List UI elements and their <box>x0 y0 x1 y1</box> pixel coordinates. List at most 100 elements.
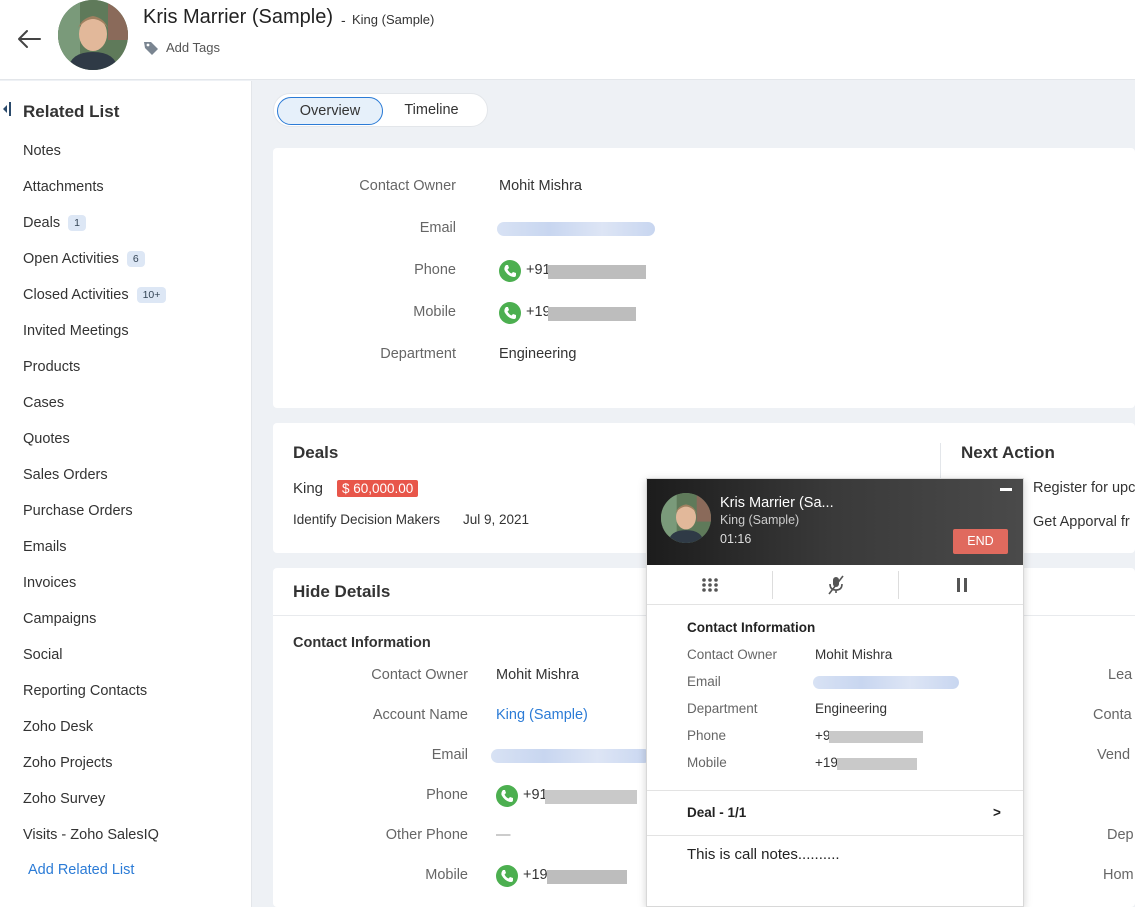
sidebar-item-sales-orders[interactable]: Sales Orders <box>23 464 108 486</box>
minimize-icon[interactable] <box>1000 488 1012 491</box>
account-name-link[interactable]: King (Sample) <box>496 707 588 723</box>
sidebar-item-label: Zoho Survey <box>23 791 106 807</box>
collapse-sidebar-icon[interactable] <box>2 102 12 116</box>
other-phone-label: Other Phone <box>385 827 468 843</box>
sidebar-item-open-activities[interactable]: Open Activities 6 <box>23 248 145 270</box>
mobile-value[interactable]: +19 <box>523 867 548 883</box>
dialpad-button[interactable] <box>647 565 772 605</box>
hold-button[interactable] <box>899 565 1024 605</box>
phone-value[interactable]: +91 <box>523 787 548 803</box>
mobile-value[interactable]: +19 <box>526 304 551 320</box>
sidebar-item-reporting-contacts[interactable]: Reporting Contacts <box>23 680 147 702</box>
sidebar-item-invoices[interactable]: Invoices <box>23 572 76 594</box>
department-label: Department <box>687 701 758 716</box>
add-related-list-link[interactable]: Add Related List <box>28 862 134 878</box>
add-tags-link[interactable]: Add Tags <box>166 40 220 55</box>
mobile-redaction <box>837 758 917 770</box>
sidebar-item-emails[interactable]: Emails <box>23 536 67 558</box>
view-tabs: Overview Timeline <box>273 93 488 127</box>
sidebar-item-label: Quotes <box>23 431 70 447</box>
contact-name-label: Conta <box>1093 707 1132 723</box>
contact-information-heading: Contact Information <box>687 620 816 635</box>
contact-owner-label: Contact Owner <box>687 647 778 662</box>
call-phone-icon[interactable] <box>496 785 518 807</box>
call-popup: Kris Marrier (Sa... King (Sample) 01:16 … <box>646 478 1024 907</box>
sidebar-item-campaigns[interactable]: Campaigns <box>23 608 96 630</box>
sidebar-item-label: Open Activities <box>23 251 119 267</box>
call-notes-text[interactable]: This is call notes.......... <box>687 846 840 863</box>
department-value: Engineering <box>815 701 888 716</box>
contact-owner-value[interactable]: Mohit Mishra <box>499 178 582 194</box>
sidebar-item-cases[interactable]: Cases <box>23 392 64 414</box>
vendor-name-label: Vend <box>1097 747 1131 763</box>
sidebar-item-label: Zoho Projects <box>23 755 113 771</box>
next-action-item[interactable]: Register for upc <box>1033 480 1135 496</box>
deal-closing-date: Jul 9, 2021 <box>463 512 530 527</box>
sidebar-item-label: Zoho Desk <box>23 719 94 735</box>
call-mobile-icon[interactable] <box>499 302 521 324</box>
account-name[interactable]: King (Sample) <box>352 12 434 27</box>
sidebar-item-purchase-orders[interactable]: Purchase Orders <box>23 500 133 522</box>
contact-owner-label: Contact Owner <box>359 178 456 194</box>
related-list-title: Related List <box>23 102 120 121</box>
other-phone-value: — <box>496 827 511 843</box>
email-label: Email <box>431 747 468 763</box>
caller-account: King (Sample) <box>720 513 800 527</box>
tab-timeline[interactable]: Timeline <box>389 97 474 125</box>
sidebar-item-quotes[interactable]: Quotes <box>23 428 70 450</box>
sidebar-item-zoho-survey[interactable]: Zoho Survey <box>23 788 105 810</box>
call-phone-icon[interactable] <box>499 260 521 282</box>
lead-source-label: Lea <box>1108 667 1133 683</box>
tag-icon[interactable] <box>143 40 159 56</box>
sidebar-item-social[interactable]: Social <box>23 644 63 666</box>
deal-pager-label[interactable]: Deal - 1/1 <box>687 805 746 820</box>
sidebar-item-closed-activities[interactable]: Closed Activities 10+ <box>23 284 167 306</box>
account-name-label: Account Name <box>372 707 468 723</box>
contact-summary-card: Contact Owner Mohit Mishra Email Phone +… <box>273 148 1135 408</box>
home-phone-label: Hom <box>1103 867 1134 883</box>
email-label: Email <box>419 220 456 236</box>
deal-amount-badge: $ 60,000.00 <box>337 480 419 497</box>
sidebar-item-label: Social <box>23 647 63 663</box>
phone-value[interactable]: +91 <box>526 262 551 278</box>
mute-button[interactable] <box>773 565 898 605</box>
mobile-label: Mobile <box>425 867 468 883</box>
next-action-item[interactable]: Get Apporval fr <box>1033 514 1130 530</box>
deal-stage: Identify Decision Makers <box>293 512 441 527</box>
sidebar-item-zoho-projects[interactable]: Zoho Projects <box>23 752 112 774</box>
contact-owner-value[interactable]: Mohit Mishra <box>496 667 579 683</box>
back-arrow-icon[interactable] <box>16 26 42 52</box>
email-value-redacted <box>813 676 959 689</box>
sidebar-item-products[interactable]: Products <box>23 356 80 378</box>
end-call-button[interactable]: END <box>953 529 1008 554</box>
department-label: Department <box>380 346 456 362</box>
sidebar-item-label: Campaigns <box>23 611 97 627</box>
department-label: Dep <box>1107 827 1134 843</box>
phone-redaction <box>545 790 637 804</box>
count-badge: 10+ <box>136 287 167 303</box>
sidebar-item-label: Cases <box>23 395 65 411</box>
count-badge: 6 <box>126 251 145 267</box>
sidebar-item-label: Invoices <box>23 575 77 591</box>
call-mobile-icon[interactable] <box>496 865 518 887</box>
count-badge: 1 <box>68 215 86 231</box>
contact-owner-value: Mohit Mishra <box>815 647 893 662</box>
sidebar-item-deals[interactable]: Deals 1 <box>23 212 86 234</box>
sidebar-item-invited-meetings[interactable]: Invited Meetings <box>23 320 129 342</box>
phone-label: Phone <box>426 787 468 803</box>
sidebar-item-notes[interactable]: Notes <box>23 140 61 162</box>
email-value-redacted[interactable] <box>497 222 655 236</box>
sidebar-item-visits-salesiq[interactable]: Visits - Zoho SalesIQ <box>23 824 159 846</box>
chevron-right-icon[interactable]: > <box>993 805 1001 820</box>
sidebar-item-label: Closed Activities <box>23 287 129 303</box>
email-value-redacted[interactable] <box>491 749 651 763</box>
pause-icon <box>956 578 967 592</box>
hide-details-toggle[interactable]: Hide Details <box>293 582 390 602</box>
sidebar-item-zoho-desk[interactable]: Zoho Desk <box>23 716 93 738</box>
tab-overview[interactable]: Overview <box>277 97 383 125</box>
caller-name: Kris Marrier (Sa... <box>720 495 834 511</box>
deal-name-link[interactable]: King <box>293 480 323 497</box>
phone-redaction <box>548 265 646 279</box>
sidebar-item-attachments[interactable]: Attachments <box>23 176 104 198</box>
sidebar-item-label: Reporting Contacts <box>23 683 148 699</box>
